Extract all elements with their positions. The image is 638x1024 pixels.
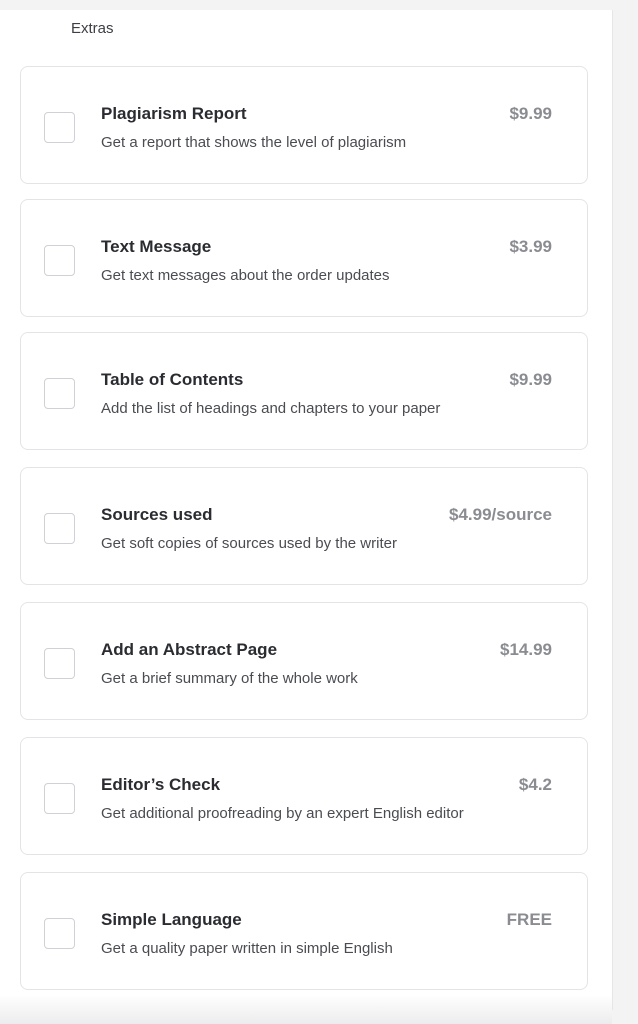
extra-description: Get a quality paper written in simple En… — [101, 940, 393, 957]
extra-card-sources-used[interactable]: Sources used Get soft copies of sources … — [20, 467, 588, 585]
checkbox-sources-used[interactable] — [44, 513, 75, 544]
checkbox-simple-language[interactable] — [44, 918, 75, 949]
checkbox-abstract-page[interactable] — [44, 648, 75, 679]
extra-description: Get text messages about the order update… — [101, 267, 390, 284]
extra-card-editors-check[interactable]: Editor’s Check Get additional proofreadi… — [20, 737, 588, 855]
extra-description: Add the list of headings and chapters to… — [101, 400, 441, 417]
checkbox-plagiarism-report[interactable] — [44, 112, 75, 143]
extra-title: Add an Abstract Page — [101, 640, 278, 659]
extra-card-table-of-contents[interactable]: Table of Contents Add the list of headin… — [20, 332, 588, 450]
checkbox-editors-check[interactable] — [44, 783, 75, 814]
extras-panel: Extras Plagiarism Report Get a report th… — [0, 10, 613, 1010]
page-bottom-edge — [0, 995, 612, 1024]
extra-price: $14.99 — [500, 640, 552, 659]
section-title: Extras — [71, 20, 114, 37]
extra-title: Table of Contents — [101, 370, 244, 389]
extra-description: Get a report that shows the level of pla… — [101, 134, 407, 151]
extra-description: Get soft copies of sources used by the w… — [101, 535, 397, 552]
extra-card-text-message[interactable]: Text Message Get text messages about the… — [20, 199, 588, 317]
extra-price: $3.99 — [509, 237, 552, 256]
extra-title: Plagiarism Report — [101, 104, 247, 123]
extra-price: $4.99/source — [448, 505, 552, 524]
extra-title: Text Message — [101, 237, 212, 256]
extra-description: Get a brief summary of the whole work — [101, 670, 358, 687]
checkbox-text-message[interactable] — [44, 245, 75, 276]
extra-price: $4.2 — [518, 775, 552, 794]
extra-title: Editor’s Check — [101, 775, 221, 794]
extra-title: Sources used — [101, 505, 213, 524]
extra-price: $9.99 — [509, 370, 552, 389]
extra-card-abstract-page[interactable]: Add an Abstract Page Get a brief summary… — [20, 602, 588, 720]
extra-title: Simple Language — [101, 910, 242, 929]
extra-card-simple-language[interactable]: Simple Language Get a quality paper writ… — [20, 872, 588, 990]
extra-description: Get additional proofreading by an expert… — [101, 805, 464, 822]
extra-price: FREE — [506, 910, 552, 929]
extra-card-plagiarism-report[interactable]: Plagiarism Report Get a report that show… — [20, 66, 588, 184]
checkbox-table-of-contents[interactable] — [44, 378, 75, 409]
extra-price: $9.99 — [509, 104, 552, 123]
